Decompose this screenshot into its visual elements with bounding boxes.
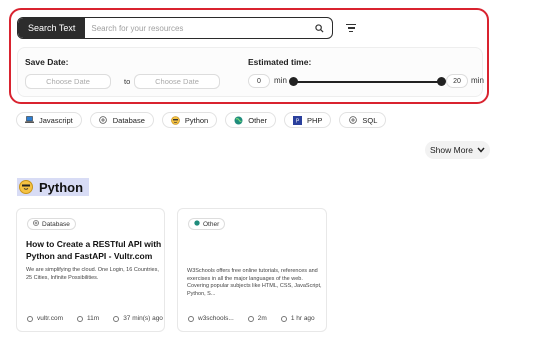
globe-icon [234,116,243,125]
python-emoji-icon [171,115,180,125]
php-icon: P [293,115,302,125]
tag-sql[interactable]: SQL [339,112,387,128]
card-description: We are simplifying the cloud. One Login,… [26,267,159,281]
card-source: vultr.com [37,315,64,322]
save-date-label: Save Date: [25,57,69,67]
filters-area: Save Date: Choose Date to Choose Date Es… [17,47,484,97]
globe-icon [188,315,194,322]
plus-circle-icon [33,220,39,228]
max-time-input[interactable]: 20 [446,74,468,88]
section-heading: Python [17,178,90,196]
show-more-label: Show More [430,145,473,155]
search-icon[interactable] [312,21,326,35]
min-unit-label: min [274,76,287,85]
clock-icon [77,315,84,322]
category-tags: Javascript Database Python Other P PHP S… [16,112,387,128]
min-slider-handle[interactable] [289,77,298,86]
show-more-button[interactable]: Show More [425,141,490,159]
date-from-input[interactable]: Choose Date [25,74,111,89]
max-slider-handle[interactable] [437,77,446,86]
card-title[interactable]: How to Create a RESTful API with Python … [26,238,166,262]
card-badge-label: Other [203,220,220,228]
date-to-input[interactable]: Choose Date [134,74,220,89]
card-source: w3schools... [198,315,234,322]
card-meta: vultr.com 11m 37 min(s) ago [27,315,163,322]
laptop-icon [25,116,34,125]
tag-php[interactable]: P PHP [284,112,332,128]
card-duration: 11m [87,315,100,322]
tag-label: SQL [362,115,378,125]
tag-label: Python [184,115,209,125]
resource-card[interactable]: Database How to Create a RESTful API wit… [16,208,165,332]
time-range-track[interactable] [294,81,442,83]
calendar-icon [113,315,120,322]
tag-javascript[interactable]: Javascript [16,112,82,128]
globe-icon [27,315,33,322]
tag-label: Javascript [39,115,73,125]
tag-database[interactable]: Database [89,112,154,128]
calendar-icon [280,315,287,322]
plus-circle-icon [99,116,108,125]
tag-other[interactable]: Other [225,112,276,128]
search-input[interactable] [85,23,312,33]
card-time-ago: 37 min(s) ago [123,315,163,322]
min-time-input[interactable]: 0 [248,74,270,88]
search-filter-panel: Search Text Save Date: Choose Date to Ch… [9,8,489,104]
python-emoji-icon [19,180,33,194]
card-description: W3Schools offers free online tutorials, … [187,268,322,297]
card-duration: 2m [257,315,267,322]
resource-card[interactable]: Other W3Schools offers free online tutor… [177,208,327,332]
search-bar: Search Text [17,17,333,39]
clock-icon [247,315,254,322]
section-title: Python [39,179,84,195]
tag-python[interactable]: Python [161,112,218,128]
tag-label: Other [248,115,267,125]
plus-circle-icon [348,116,357,125]
max-unit-label: min [471,76,484,85]
to-label: to [124,77,131,86]
tag-label: PHP [307,115,323,125]
card-time-ago: 1 hr ago [290,315,315,322]
card-meta: w3schools... 2m 1 hr ago [188,315,315,322]
tag-label: Database [112,115,145,125]
card-badge: Database [27,218,76,230]
estimated-time-label: Estimated time: [248,57,312,67]
search-text-button[interactable]: Search Text [18,18,86,38]
filter-icon[interactable] [345,22,357,34]
card-badge-label: Database [42,220,70,228]
card-badge: Other [188,218,226,230]
chevron-down-icon [477,145,485,155]
globe-icon [194,220,200,228]
